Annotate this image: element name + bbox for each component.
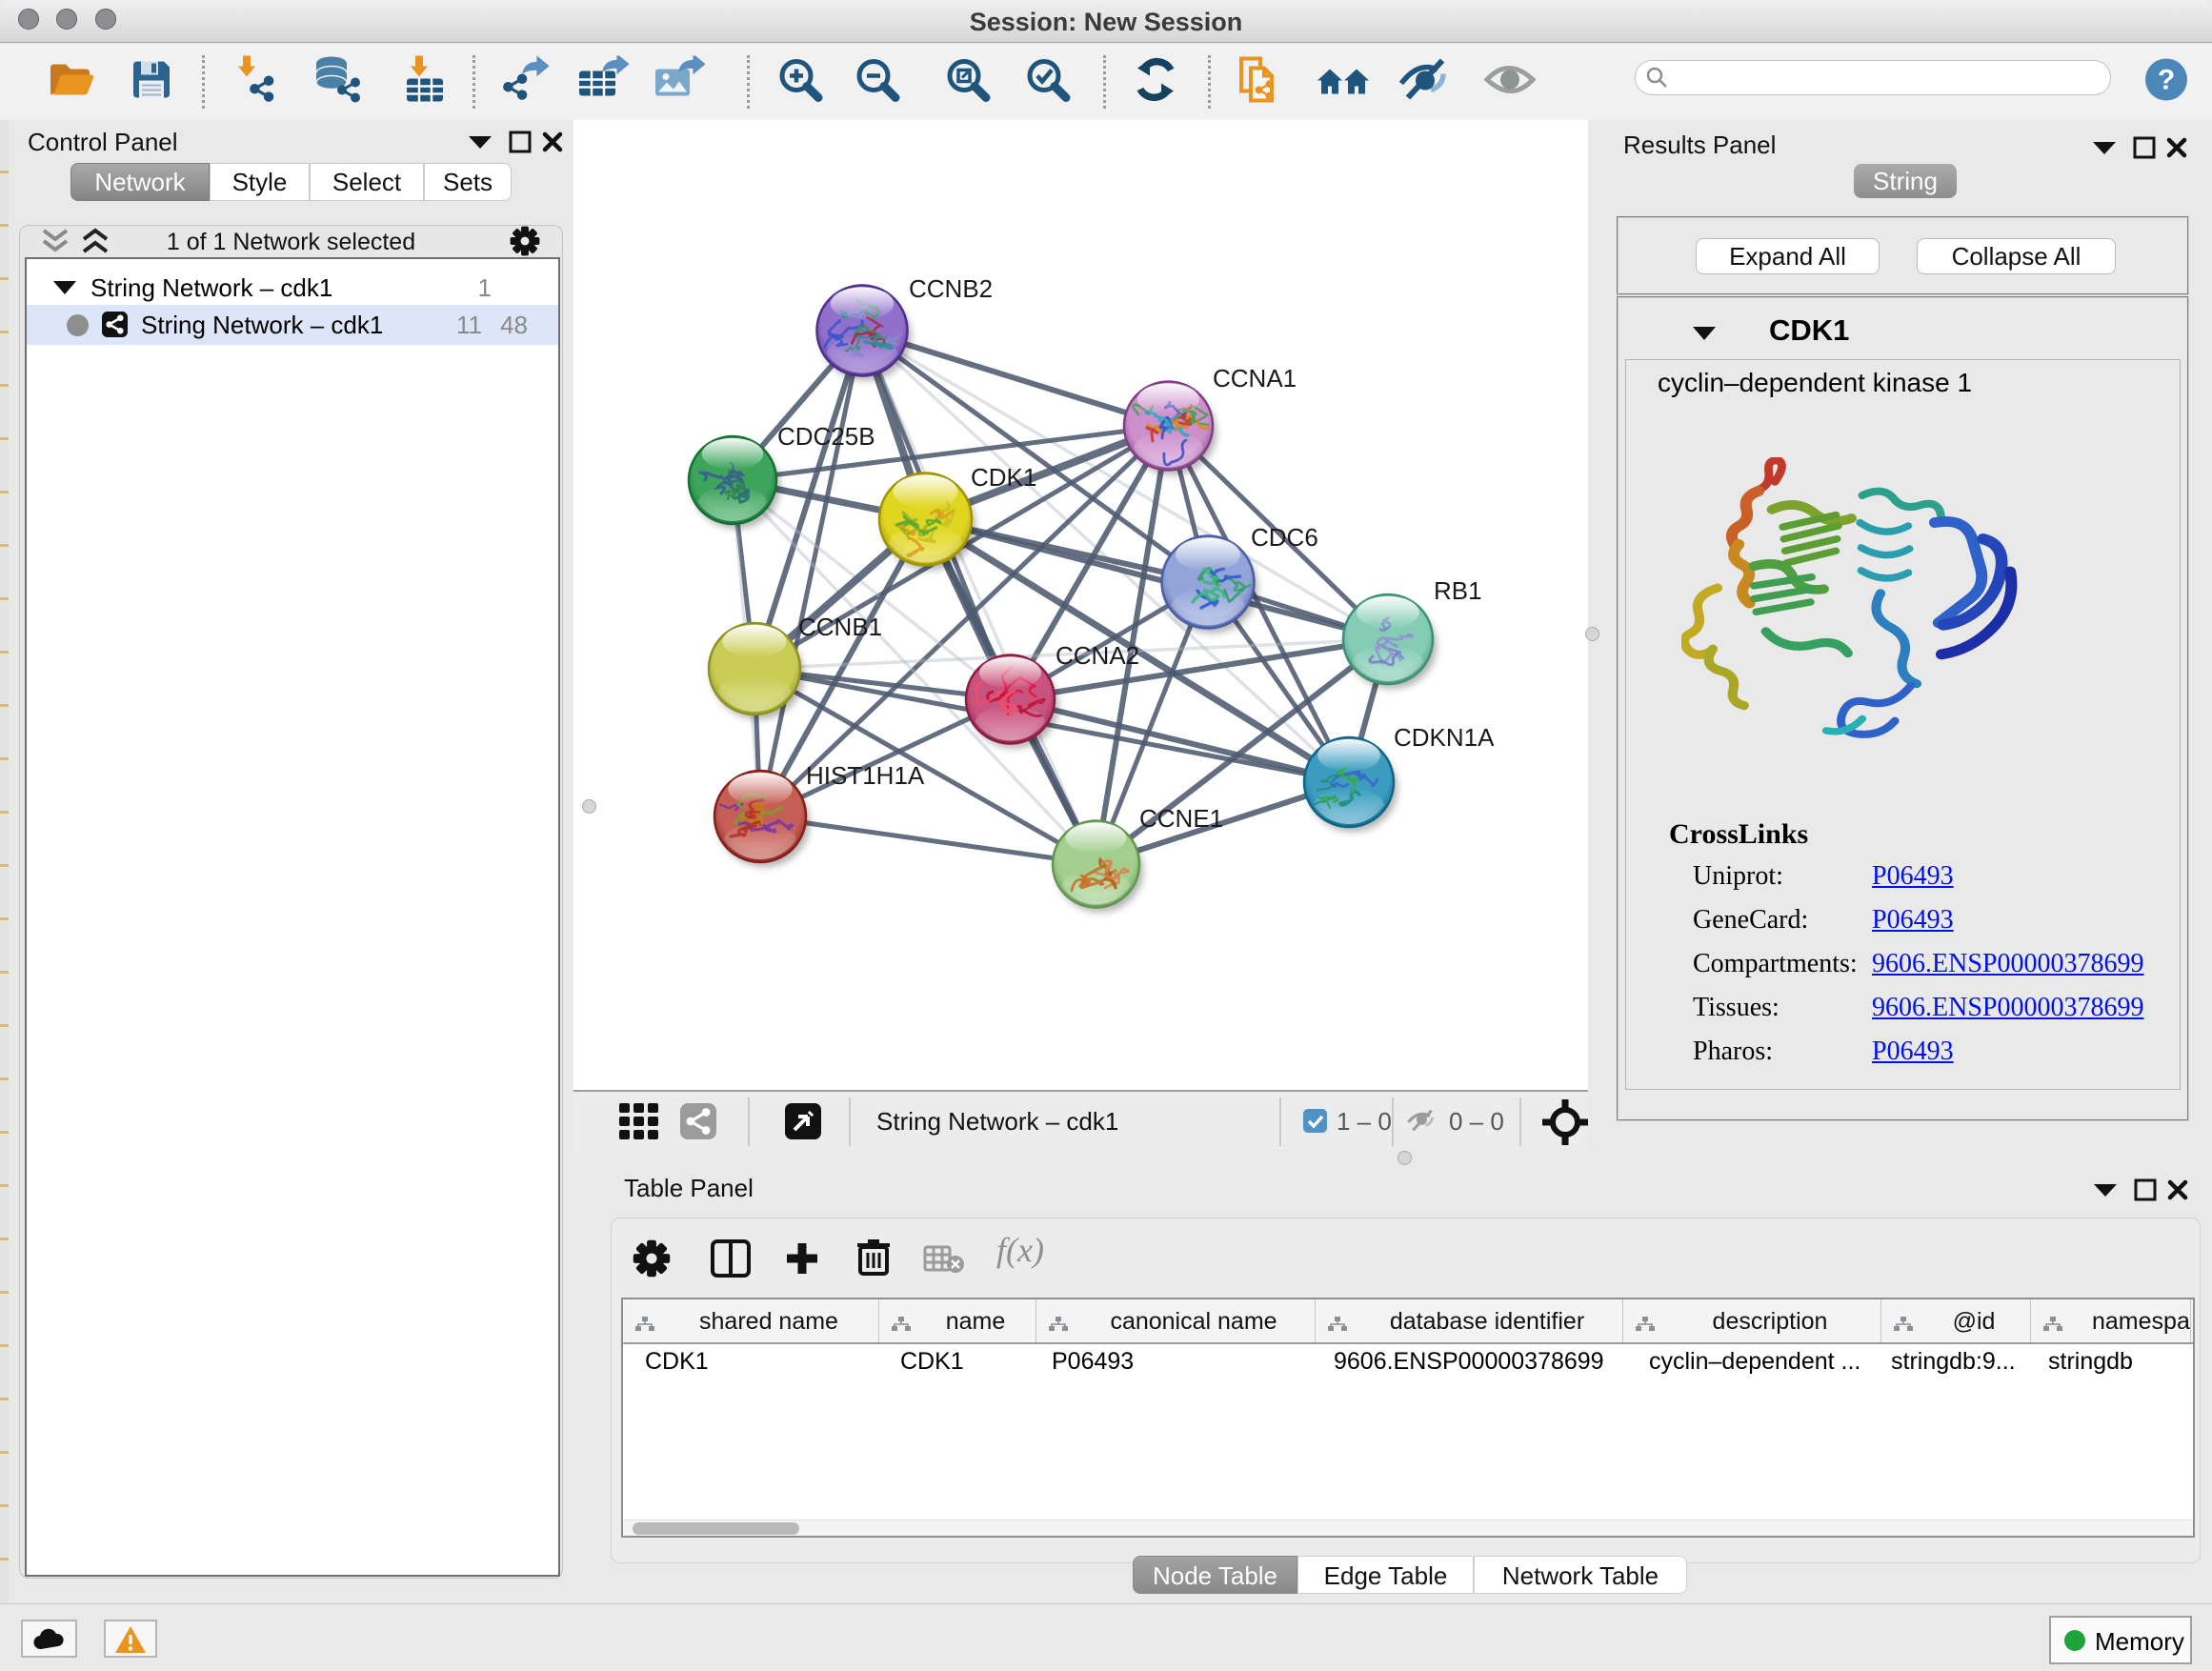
svg-text:CDC25B: CDC25B	[777, 422, 875, 451]
svg-text:?: ?	[2158, 65, 2175, 96]
svg-text:CCNA1: CCNA1	[1213, 364, 1297, 393]
svg-text:HIST1H1A: HIST1H1A	[806, 761, 925, 790]
svg-text:CDKN1A: CDKN1A	[1394, 723, 1495, 752]
svg-text:CCNA2: CCNA2	[1056, 641, 1139, 670]
svg-text:CCNB2: CCNB2	[909, 274, 993, 303]
svg-text:CCNE1: CCNE1	[1139, 804, 1223, 833]
svg-text:RB1: RB1	[1434, 576, 1482, 605]
svg-text:CDK1: CDK1	[971, 463, 1036, 492]
svg-text:CDC6: CDC6	[1251, 523, 1318, 552]
svg-text:CCNB1: CCNB1	[798, 613, 882, 641]
